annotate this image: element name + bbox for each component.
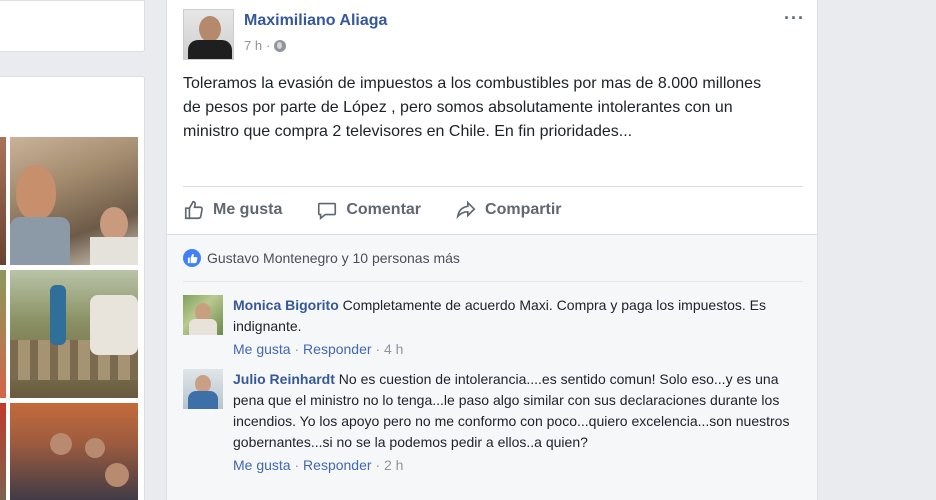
comment-label: Comentar	[346, 201, 422, 218]
photo-thumbnail[interactable]	[10, 270, 138, 398]
action-separator: ·	[375, 457, 381, 473]
photos-card	[0, 76, 145, 500]
share-label: Compartir	[485, 201, 562, 218]
comment-like-link[interactable]: Me gusta	[233, 341, 291, 357]
comment-body: Julio Reinhardt No es cuestion de intole…	[233, 369, 793, 476]
photo-thumbnail[interactable]	[10, 403, 138, 500]
post-time[interactable]: 7 h	[244, 38, 262, 53]
comment-actions: Me gusta · Responder · 4 h	[233, 339, 793, 360]
comment-like-link[interactable]: Me gusta	[233, 457, 291, 473]
action-separator: ·	[375, 341, 381, 357]
photo-thumbnail[interactable]	[0, 137, 6, 265]
comment-body: Monica Bigorito Completamente de acuerdo…	[233, 295, 793, 360]
comment-time[interactable]: 4 h	[384, 341, 403, 357]
photo-thumbnail[interactable]	[0, 270, 6, 398]
photo-thumbnail[interactable]	[0, 403, 6, 500]
post-text: Toleramos la evasión de impuestos a los …	[183, 75, 762, 140]
commenter-avatar[interactable]	[183, 369, 223, 409]
commenter-name[interactable]: Monica Bigorito	[233, 297, 339, 313]
left-card-top	[0, 0, 145, 52]
like-reaction-icon	[183, 249, 201, 267]
comments-section: Gustavo Montenegro y 10 personas más Mon…	[167, 234, 817, 500]
share-button[interactable]: Compartir	[455, 199, 561, 221]
action-separator: ·	[294, 341, 300, 357]
action-separator: ·	[294, 457, 300, 473]
comment-reply-link[interactable]: Responder	[303, 341, 372, 357]
meta-separator: ·	[266, 38, 271, 53]
comment-reply-link[interactable]: Responder	[303, 457, 372, 473]
commenter-name[interactable]: Julio Reinhardt	[233, 371, 335, 387]
thumbs-up-icon	[184, 200, 203, 220]
globe-icon	[274, 39, 287, 52]
share-icon	[456, 200, 476, 220]
author-name[interactable]: Maximiliano Aliaga	[244, 12, 387, 30]
post-meta: 7 h ·	[244, 38, 287, 53]
divider	[183, 186, 803, 187]
likes-text[interactable]: Gustavo Montenegro y 10 personas más	[207, 250, 460, 266]
commenter-avatar[interactable]	[183, 295, 223, 335]
comment-button[interactable]: Comentar	[316, 199, 421, 221]
more-options-icon[interactable]: ···	[784, 8, 805, 29]
comment-icon	[318, 202, 337, 220]
likes-summary[interactable]: Gustavo Montenegro y 10 personas más	[183, 249, 460, 267]
post-card: Maximiliano Aliaga 7 h · ··· Toleramos l…	[166, 0, 818, 500]
author-avatar[interactable]	[183, 9, 234, 60]
comment-actions: Me gusta · Responder · 2 h	[233, 455, 793, 476]
comment-time[interactable]: 2 h	[384, 457, 403, 473]
divider	[183, 281, 803, 282]
like-button[interactable]: Me gusta	[183, 199, 282, 221]
like-label: Me gusta	[213, 201, 283, 218]
photo-thumbnail[interactable]	[10, 137, 138, 265]
post-actions: Me gusta Comentar Compartir	[183, 194, 595, 226]
